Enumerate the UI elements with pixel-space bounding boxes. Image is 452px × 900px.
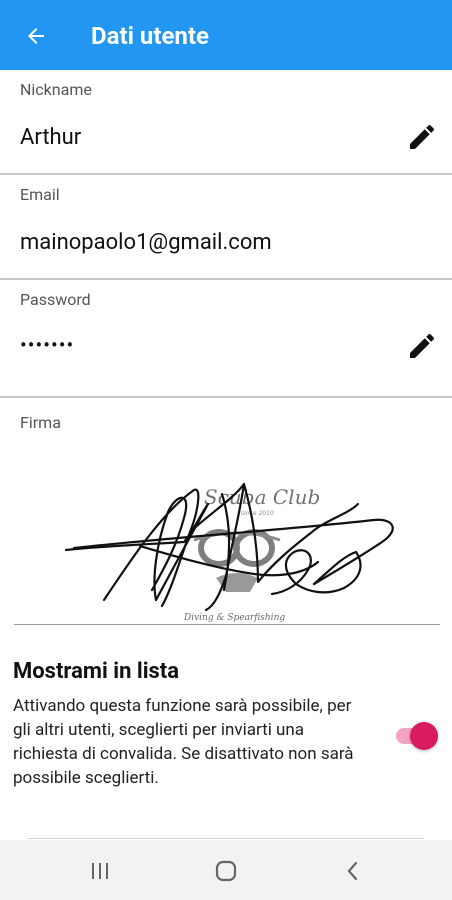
recent-apps-button[interactable] <box>84 855 116 887</box>
back-button[interactable] <box>20 20 52 52</box>
back-icon <box>347 861 358 881</box>
edit-password-button[interactable] <box>406 330 438 362</box>
nickname-label: Nickname <box>20 80 92 99</box>
edit-nickname-button[interactable] <box>406 121 438 153</box>
home-icon <box>215 860 237 882</box>
app-bar: Dati utente <box>0 0 452 70</box>
signature-label: Firma <box>20 413 61 432</box>
signature-line <box>14 624 440 625</box>
password-value: ••••••• <box>20 333 75 357</box>
nav-back-button[interactable] <box>337 855 369 887</box>
email-field: Email mainopaolo1@gmail.com <box>0 175 452 280</box>
signature-image: Scuba Club since 2010 Diving & Spearfish… <box>64 482 394 623</box>
pencil-icon <box>410 333 435 358</box>
home-button[interactable] <box>210 855 242 887</box>
nickname-field: Nickname Arthur <box>0 70 452 175</box>
password-field: Password ••••••• <box>0 280 452 398</box>
pencil-icon <box>410 124 435 149</box>
email-label: Email <box>20 185 60 204</box>
svg-text:since 2010: since 2010 <box>241 510 274 517</box>
nickname-value: Arthur <box>20 125 82 150</box>
show-in-list-title: Mostrami in lista <box>13 659 180 684</box>
recent-apps-icon <box>92 863 108 879</box>
email-value: mainopaolo1@gmail.com <box>20 230 272 255</box>
svg-text:Diving & Spearfishing: Diving & Spearfishing <box>183 613 285 623</box>
toggle-thumb <box>410 722 438 750</box>
password-label: Password <box>20 290 91 309</box>
show-in-list-description: Attivando questa funzione sarà possibile… <box>13 696 354 788</box>
show-in-list-toggle[interactable] <box>394 722 438 750</box>
page-title: Dati utente <box>91 22 209 50</box>
divider <box>28 838 424 839</box>
club-logo: Scuba Club since 2010 Diving & Spearfish… <box>183 485 320 623</box>
arrow-left-icon <box>28 28 44 44</box>
system-navigation-bar <box>0 840 452 900</box>
